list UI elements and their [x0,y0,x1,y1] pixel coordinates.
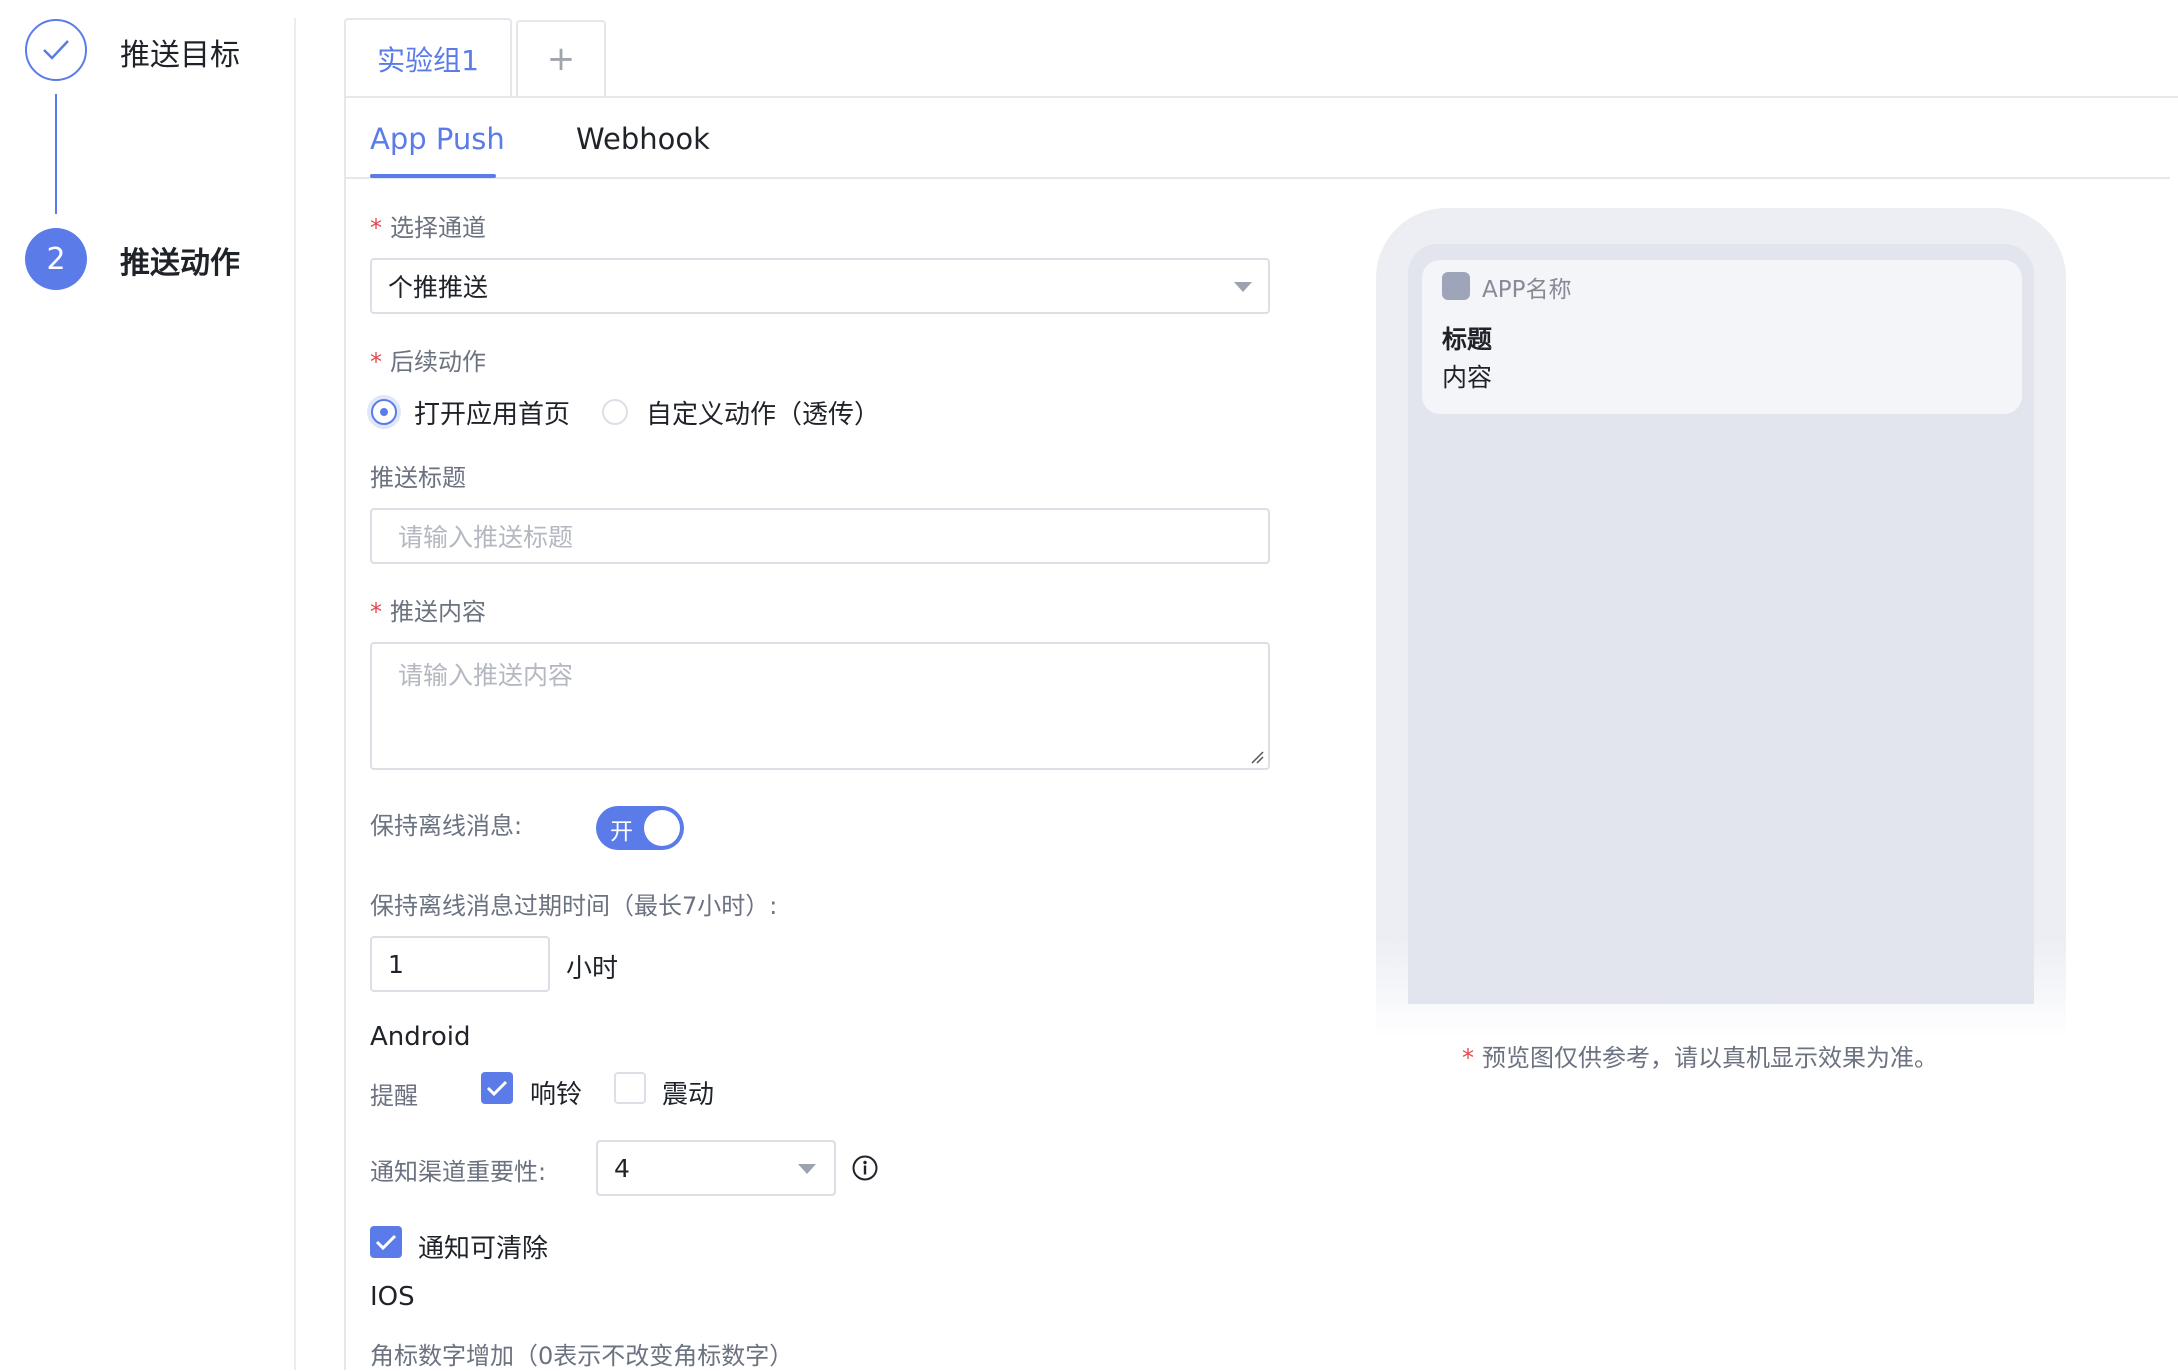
clearable-checkbox[interactable] [370,1226,402,1258]
info-icon[interactable] [851,1154,879,1182]
radio-custom-action[interactable] [602,399,628,425]
switch-text: 开 [610,819,633,845]
follow-action-label-text: 后续动作 [390,348,486,376]
ios-section-title: IOS [370,1282,415,1312]
vibrate-label[interactable]: 震动 [662,1074,714,1111]
push-content-textarea[interactable]: 请输入推送内容 [370,642,1270,770]
required-mark: * [1462,1044,1474,1072]
channel-select-value: 个推推送 [388,273,489,302]
tab-bar-line [346,96,2178,98]
tab-group-1[interactable]: 实验组1 [344,18,512,98]
radio-open-home-label[interactable]: 打开应用首页 [414,394,570,431]
push-content-label-text: 推送内容 [390,598,486,626]
card-left-border [344,96,346,1370]
keep-offline-switch[interactable]: 开 [596,806,684,850]
tab-app-push[interactable]: App Push [370,122,505,156]
preview-note-text: 预览图仅供参考，请以真机显示效果为准。 [1482,1044,1938,1072]
app-icon [1442,272,1470,300]
offline-expire-label: 保持离线消息过期时间（最长7小时）: [370,892,778,920]
offline-expire-input[interactable]: 1 [370,936,550,992]
offline-expire-value: 1 [388,949,404,979]
ring-label[interactable]: 响铃 [530,1074,582,1111]
importance-label: 通知渠道重要性: [370,1158,547,1186]
step-2-number: 2 [25,228,87,290]
ring-checkbox[interactable] [481,1072,513,1104]
check-icon [486,1080,508,1097]
push-title-input[interactable]: 请输入推送标题 [370,508,1270,564]
keep-offline-label: 保持离线消息: [370,812,523,840]
android-section-title: Android [370,1022,471,1052]
push-title-placeholder: 请输入推送标题 [398,523,574,552]
tab-webhook[interactable]: Webhook [576,122,710,156]
chevron-down-icon [798,1164,816,1174]
push-title-label: 推送标题 [370,464,466,492]
notification-title: 标题 [1442,325,1493,354]
active-tab-indicator [370,174,496,178]
switch-knob [644,810,680,846]
vertical-divider [294,18,296,1370]
radio-open-home[interactable] [371,399,397,425]
step-1-label: 推送目标 [120,38,240,73]
remind-label: 提醒 [370,1082,418,1110]
channel-select[interactable]: 个推推送 [370,258,1270,314]
push-content-placeholder: 请输入推送内容 [398,661,574,690]
channel-label-text: 选择通道 [390,214,486,242]
offline-expire-unit: 小时 [566,954,619,984]
preview-note: * 预览图仅供参考，请以真机显示效果为准。 [1462,1038,1938,1073]
clearable-label[interactable]: 通知可清除 [418,1228,548,1265]
vibrate-checkbox[interactable] [614,1072,646,1104]
follow-action-label: * 后续动作 [370,342,486,377]
radio-custom-action-label[interactable]: 自定义动作（透传） [646,394,880,431]
required-mark: * [370,598,382,626]
step-1-check-icon [25,19,87,81]
subtab-bar-line [346,177,2170,179]
notification-content: 内容 [1442,363,1493,392]
importance-value: 4 [614,1153,630,1183]
required-mark: * [370,348,382,376]
push-content-label: * 推送内容 [370,592,486,627]
chevron-down-icon [1234,282,1252,292]
check-icon [375,1234,397,1251]
app-name: APP名称 [1482,277,1572,303]
add-group-tab[interactable]: + [516,20,606,96]
step-2-label: 推送动作 [120,246,240,281]
resize-handle-icon[interactable] [1248,748,1264,764]
step-connector [55,94,57,214]
required-mark: * [370,214,382,242]
badge-label: 角标数字增加（0表示不改变角标数字） [370,1342,794,1370]
channel-label: * 选择通道 [370,208,486,243]
importance-select[interactable]: 4 [596,1140,836,1196]
